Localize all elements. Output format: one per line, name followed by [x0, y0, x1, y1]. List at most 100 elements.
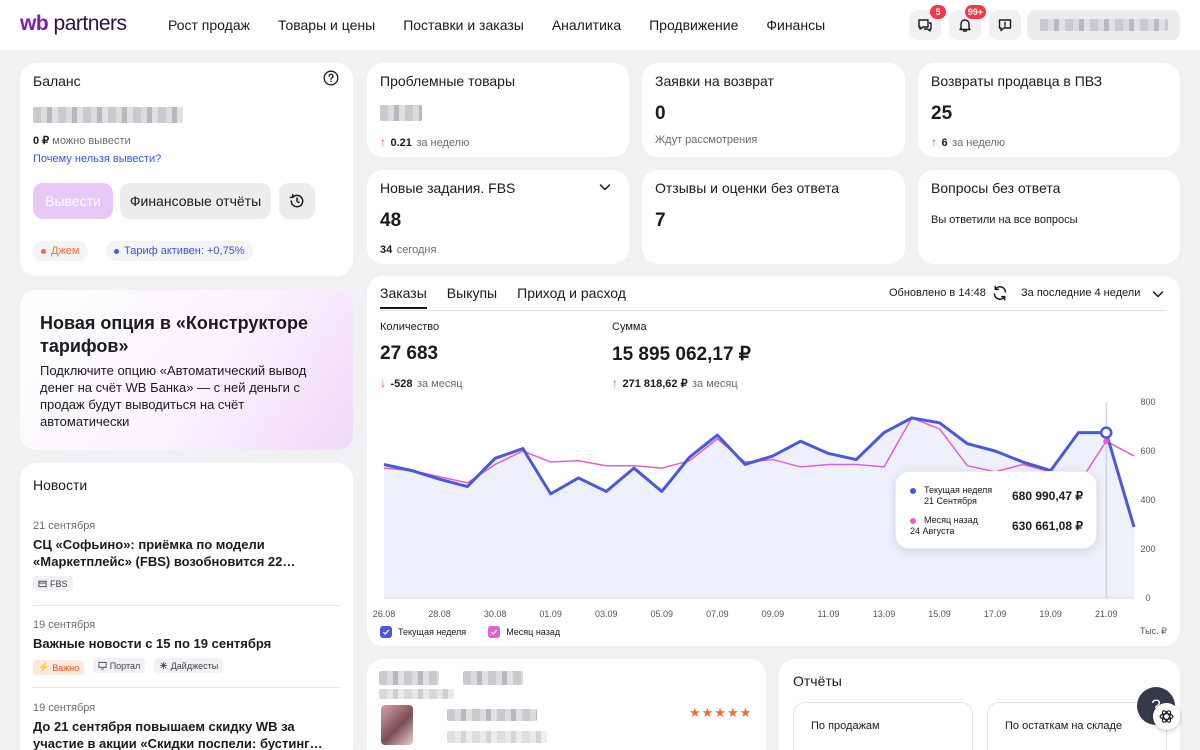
wb-partners-logo[interactable]: wb partners — [20, 12, 127, 36]
highlight-point-current — [1099, 426, 1113, 439]
account-name-blurred — [1040, 19, 1168, 31]
report-by-sales[interactable]: По продажам — [793, 702, 973, 750]
nav-promotion[interactable]: Продвижение — [649, 17, 738, 33]
tag-portal: Портал — [92, 658, 146, 673]
x-tick-label: 15.09 — [928, 609, 951, 619]
y-tick-label: 400 — [1140, 495, 1155, 505]
legend-checkbox-current[interactable] — [380, 626, 392, 638]
tab-income-expense[interactable]: Приход и расход — [517, 285, 626, 309]
fbs-tasks-title: Новые задания. FBS — [380, 180, 516, 196]
help-icon[interactable] — [323, 70, 339, 86]
seller-returns-delta: ↑ 6 за неделю — [931, 135, 1006, 149]
questions-title: Вопросы без ответа — [931, 180, 1061, 196]
y-tick-label: 0 — [1145, 593, 1150, 603]
financial-reports-button[interactable]: Финансовые отчёты — [120, 183, 271, 219]
legend-current-label: Текущая неделя — [398, 627, 467, 637]
withdrawable-line: 0 ₽ можно вывести — [33, 134, 131, 147]
chat-badge: 5 — [930, 5, 946, 19]
arrow-up-icon: ↑ — [931, 135, 937, 149]
product-card[interactable]: ★★★★★ — [367, 659, 766, 750]
tooltip-prev-value: 630 661,08 ₽ — [1011, 519, 1083, 533]
seller-returns-card[interactable]: Возвраты продавца в ПВЗ 25 ↑ 6 за неделю — [918, 63, 1180, 157]
sparkle-icon — [159, 661, 167, 670]
support-button[interactable] — [989, 10, 1021, 40]
news-item[interactable]: 19 сентября Важные новости с 15 по 19 се… — [33, 619, 338, 675]
arrow-up-icon: ↑ — [380, 135, 386, 149]
history-icon — [289, 193, 304, 208]
qty-value: 27 683 — [380, 343, 439, 364]
rating-stars-icon: ★★★★★ — [689, 705, 753, 720]
y-tick-label: 800 — [1140, 397, 1155, 407]
nav-sales-growth[interactable]: Рост продаж — [168, 17, 250, 33]
period-select[interactable]: За последние 4 недели — [1021, 287, 1140, 299]
legend-checkbox-prev[interactable] — [488, 626, 501, 638]
x-tick-label: 28.08 — [428, 609, 451, 619]
sum-label: Сумма — [612, 321, 647, 333]
tab-buyouts[interactable]: Выкупы — [447, 285, 497, 309]
return-requests-sub: Ждут рассмотрения — [655, 134, 758, 146]
questions-card[interactable]: Вопросы без ответа Вы ответили на все во… — [918, 170, 1180, 264]
main-nav: Рост продаж Товары и цены Поставки и зак… — [168, 17, 825, 33]
tab-orders[interactable]: Заказы — [380, 285, 427, 309]
tooltip-current-value: 680 990,47 ₽ — [1011, 489, 1083, 503]
why-cannot-withdraw-link[interactable]: Почему нельзя вывести? — [33, 153, 161, 165]
return-requests-title: Заявки на возврат — [655, 73, 774, 89]
fbs-tasks-value: 48 — [380, 210, 402, 231]
chevron-down-icon[interactable] — [598, 180, 612, 194]
notifications-button[interactable]: 99+ — [949, 5, 986, 40]
news-item[interactable]: 19 сентября До 21 сентября повышаем скид… — [33, 702, 338, 750]
chart-unit: Тыс. ₽ — [1140, 626, 1167, 636]
withdrawable-caption: можно вывести — [52, 135, 131, 147]
chat-icon — [918, 19, 932, 32]
chat-button[interactable]: 5 — [909, 5, 946, 40]
news-divider — [33, 605, 340, 606]
x-tick-label: 03.09 — [595, 609, 618, 619]
nav-goods-prices[interactable]: Товары и цены — [278, 17, 375, 33]
withdraw-button[interactable]: Вывести — [33, 183, 113, 219]
problem-goods-title: Проблемные товары — [380, 73, 516, 89]
box-icon — [38, 580, 47, 588]
x-tick-label: 11.09 — [818, 609, 840, 619]
reviews-card[interactable]: Отзывы и оценки без ответа 7 — [642, 170, 905, 264]
news-date: 19 сентября — [33, 619, 96, 631]
product-thumbnail[interactable] — [381, 705, 413, 745]
nav-supplies-orders[interactable]: Поставки и заказы — [403, 17, 524, 33]
chevron-down-icon[interactable] — [1151, 287, 1165, 301]
tooltip-prev: Месяц назад 24 Августа — [910, 515, 978, 536]
withdrawable-amount: 0 ₽ — [33, 135, 50, 147]
updated-time: Обновлено в 14:48 — [889, 287, 986, 299]
x-tick-label: 17.09 — [984, 609, 1007, 619]
questions-sub: Вы ответили на все вопросы — [931, 214, 1078, 226]
reviews-value: 7 — [655, 210, 666, 231]
nav-analytics[interactable]: Аналитика — [552, 17, 621, 33]
tabs-divider — [380, 310, 1166, 311]
x-tick-label: 09.09 — [762, 609, 785, 619]
ai-assistant-icon — [1159, 710, 1174, 723]
tag-digests: Дайджесты — [153, 658, 224, 673]
news-date: 19 сентября — [33, 702, 96, 714]
fbs-tasks-card[interactable]: Новые задания. FBS 48 34 сегодня — [367, 170, 629, 264]
refresh-icon[interactable] — [991, 284, 1009, 302]
problem-goods-card[interactable]: Проблемные товары ↑ 0.21 за неделю — [367, 63, 629, 157]
assistant-button[interactable] — [1153, 703, 1180, 730]
blurred-text — [447, 709, 537, 721]
tariff-pill[interactable]: Тариф активен: +0,75% — [106, 241, 253, 261]
account-switcher[interactable] — [1027, 10, 1180, 40]
arrow-down-icon: ↓ — [380, 376, 386, 390]
tariff-promo-card[interactable]: Новая опция в «Конструкторе тарифов» Под… — [20, 290, 353, 450]
return-requests-card[interactable]: Заявки на возврат 0 Ждут рассмотрения — [642, 63, 905, 157]
y-tick-label: 600 — [1140, 446, 1155, 456]
sum-value: 15 895 062,17 ₽ — [612, 344, 751, 365]
x-tick-label: 07.09 — [706, 609, 729, 619]
nav-finance[interactable]: Финансы — [766, 17, 825, 33]
jam-pill[interactable]: Джем — [33, 241, 88, 261]
x-tick-label: 01.09 — [539, 609, 562, 619]
news-divider — [33, 687, 340, 688]
blurred-text — [447, 731, 547, 743]
history-button[interactable] — [279, 183, 315, 219]
seller-returns-value: 25 — [931, 103, 953, 124]
x-tick-label: 21.09 — [1095, 609, 1118, 619]
news-date: 21 сентября — [33, 520, 96, 532]
news-item[interactable]: 21 сентября СЦ «Софьино»: приёмка по мод… — [33, 520, 338, 593]
x-tick-label: 05.09 — [651, 609, 674, 619]
